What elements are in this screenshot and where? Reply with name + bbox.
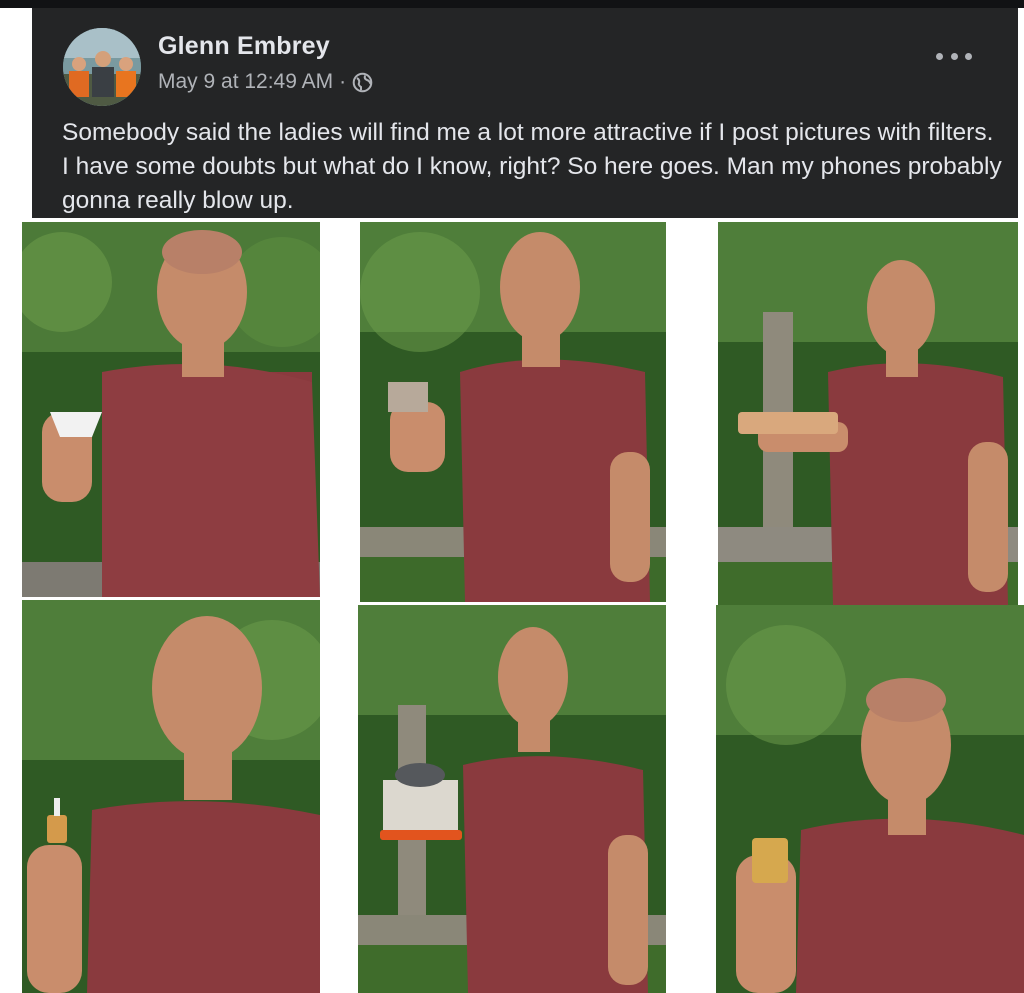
photo-coffee-filter[interactable] bbox=[22, 222, 320, 597]
post-date[interactable]: May 9 at 12:49 AM bbox=[158, 70, 333, 94]
globe-icon[interactable] bbox=[352, 72, 373, 93]
author-name[interactable]: Glenn Embrey bbox=[158, 32, 330, 61]
screenshot-page: Glenn Embrey May 9 at 12:49 AM · Somebod… bbox=[0, 0, 1024, 993]
photo-air-filter[interactable] bbox=[718, 222, 1018, 605]
author-avatar[interactable] bbox=[63, 28, 141, 106]
post-text: Somebody said the ladies will find me a … bbox=[62, 119, 1002, 214]
more-options-icon[interactable] bbox=[936, 48, 972, 64]
post-meta: May 9 at 12:49 AM · bbox=[158, 70, 373, 94]
photo-fuel-filter[interactable] bbox=[22, 600, 320, 993]
photo-oil-filter[interactable] bbox=[716, 605, 1024, 993]
photo-small-filter[interactable] bbox=[360, 222, 666, 602]
meta-separator: · bbox=[339, 70, 347, 93]
top-edge bbox=[0, 0, 1024, 8]
post-card: Glenn Embrey May 9 at 12:49 AM · Somebod… bbox=[32, 8, 1018, 218]
photo-pleated-filter[interactable] bbox=[358, 605, 666, 993]
